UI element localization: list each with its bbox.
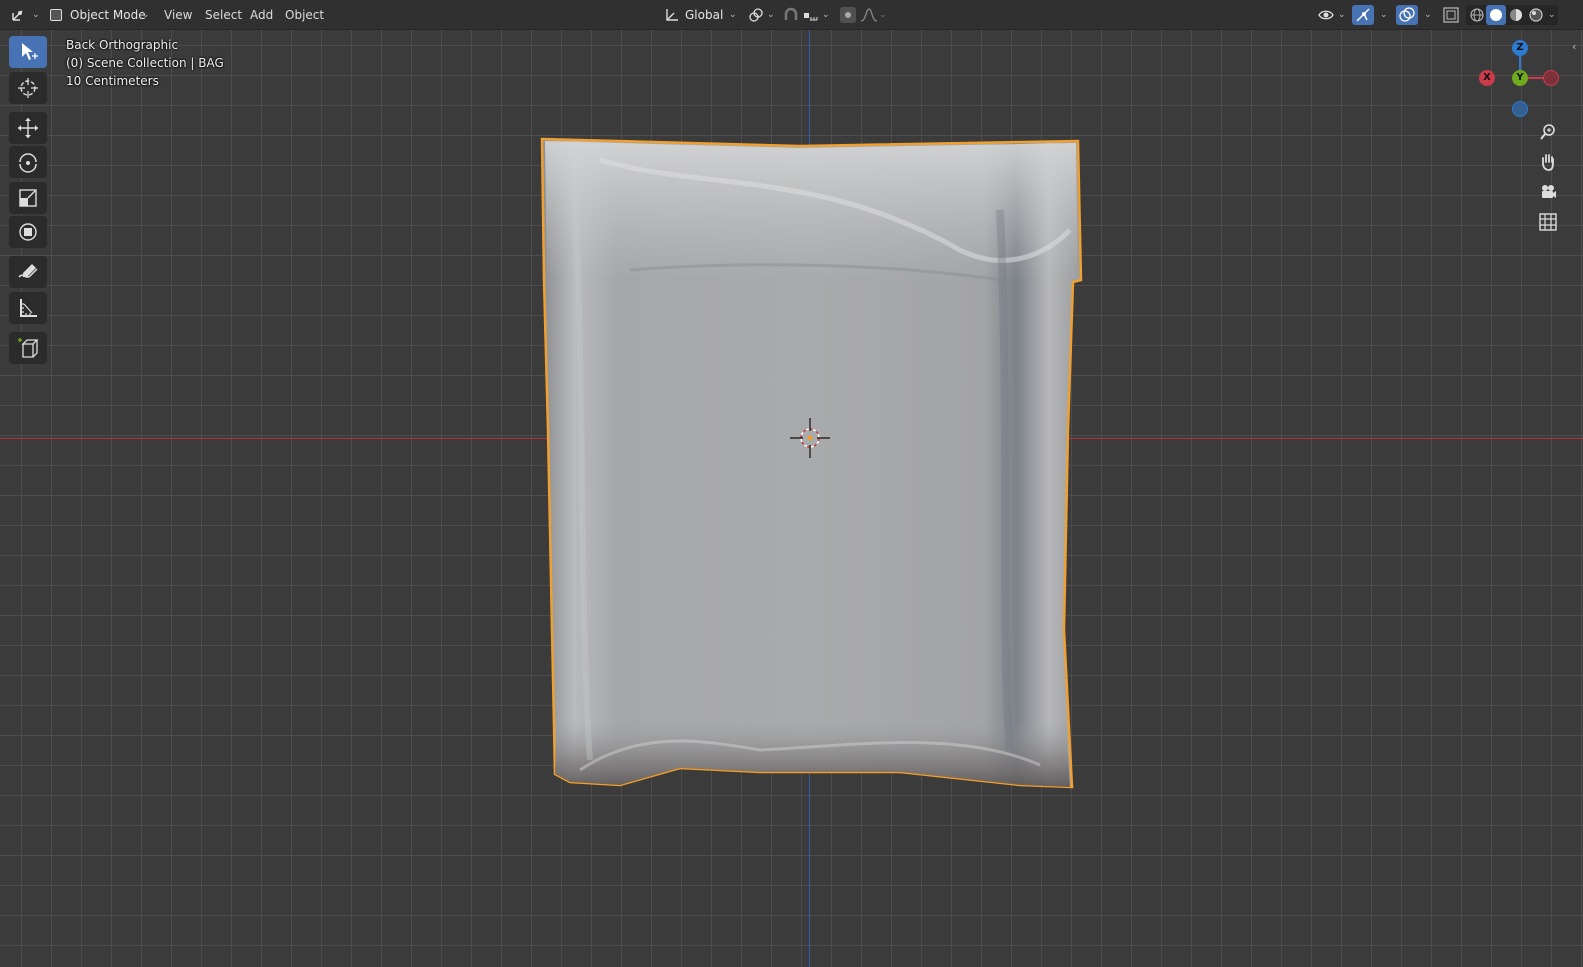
zoom-icon (1540, 124, 1555, 140)
gizmo-x-axis[interactable] (1543, 70, 1559, 86)
xray-icon (1443, 7, 1459, 23)
gizmo-neg-z-axis[interactable] (1512, 101, 1528, 117)
pivot-point-dropdown[interactable]: ⌄ (746, 5, 776, 25)
gizmo-neg-x-axis[interactable]: X (1479, 70, 1495, 86)
3d-cursor[interactable] (788, 416, 832, 460)
menu-view[interactable]: View (164, 5, 192, 25)
menu-object[interactable]: Object (285, 5, 324, 25)
gizmo-icon (1356, 8, 1370, 22)
navigation-gizmo[interactable]: Z X Y (1479, 38, 1564, 118)
snap-icon (784, 7, 798, 20)
camera-view-button[interactable] (1535, 179, 1561, 205)
annotate-pencil-icon (18, 264, 38, 278)
object-mode-dropdown[interactable]: Object Mode ⌄ (46, 5, 152, 25)
sidebar-toggle[interactable]: ‹ (1572, 40, 1582, 56)
solid-shading-icon[interactable] (1488, 7, 1504, 23)
rotate-icon (19, 153, 37, 173)
grid-icon (1539, 213, 1557, 231)
pan-hand-icon (1542, 154, 1554, 171)
orientation-label: Global (685, 8, 724, 22)
object-mode-label: Object Mode (70, 8, 146, 22)
shading-mode-group: ⌄ (1466, 5, 1558, 25)
object-mode-icon (50, 9, 62, 21)
select-cursor-icon (22, 43, 38, 60)
bag-mesh[interactable] (0, 30, 1583, 967)
cursor-icon (18, 78, 38, 98)
zoom-button[interactable] (1535, 119, 1561, 145)
viewport-header: ⌄ Object Mode ⌄ View Select Add Object G… (0, 0, 1583, 30)
move-icon (18, 118, 38, 138)
pan-button[interactable] (1535, 149, 1561, 175)
overlay-toggle[interactable]: ⌄ (1396, 5, 1434, 25)
add-cube-icon (18, 338, 39, 358)
editor-type-icon (12, 10, 23, 21)
visibility-dropdown[interactable]: ⌄ (1316, 5, 1348, 25)
3d-viewport[interactable]: Back Orthographic (0) Scene Collection |… (0, 30, 1583, 967)
menu-select[interactable]: Select (205, 5, 242, 25)
tool-rotate[interactable] (9, 146, 47, 178)
snap-increment-icon (804, 13, 818, 21)
gizmo-toggle[interactable]: ⌄ (1352, 5, 1390, 25)
tool-annotate[interactable] (9, 256, 47, 288)
tool-scale[interactable] (9, 182, 47, 214)
overlay-icon (1399, 7, 1415, 22)
tool-add-cube[interactable] (9, 332, 47, 364)
scale-icon (19, 189, 37, 207)
transform-icon (19, 223, 37, 241)
material-shading-icon[interactable] (1508, 7, 1524, 23)
visibility-icon (1318, 10, 1334, 20)
tool-move[interactable] (9, 112, 47, 144)
snap-toggle[interactable]: ⌄ (780, 5, 832, 25)
gizmo-z-axis[interactable]: Z (1512, 40, 1528, 56)
proportional-edit-icon (840, 7, 856, 23)
tool-select-box[interactable] (9, 36, 47, 68)
gizmo-y-axis[interactable]: Y (1512, 70, 1528, 86)
measure-ruler-icon (20, 299, 37, 317)
chevron-down-icon: ⌄ (142, 10, 150, 20)
toggle-ortho-button[interactable] (1535, 209, 1561, 235)
transform-orientation-dropdown[interactable]: Global ⌄ (662, 5, 740, 25)
tool-measure[interactable] (9, 292, 47, 324)
camera-icon (1542, 185, 1556, 198)
tool-transform[interactable] (9, 216, 47, 248)
xray-toggle[interactable] (1441, 5, 1461, 25)
falloff-icon (860, 8, 878, 22)
rendered-shading-icon[interactable] (1528, 7, 1544, 23)
menu-add[interactable]: Add (250, 5, 273, 25)
tool-cursor[interactable] (9, 72, 47, 104)
wireframe-shading-icon[interactable] (1469, 7, 1485, 23)
orientation-icon (666, 9, 678, 21)
editor-type-button[interactable]: ⌄ (8, 5, 40, 25)
proportional-edit-toggle[interactable]: ⌄ (838, 5, 888, 25)
pivot-icon (749, 8, 763, 22)
